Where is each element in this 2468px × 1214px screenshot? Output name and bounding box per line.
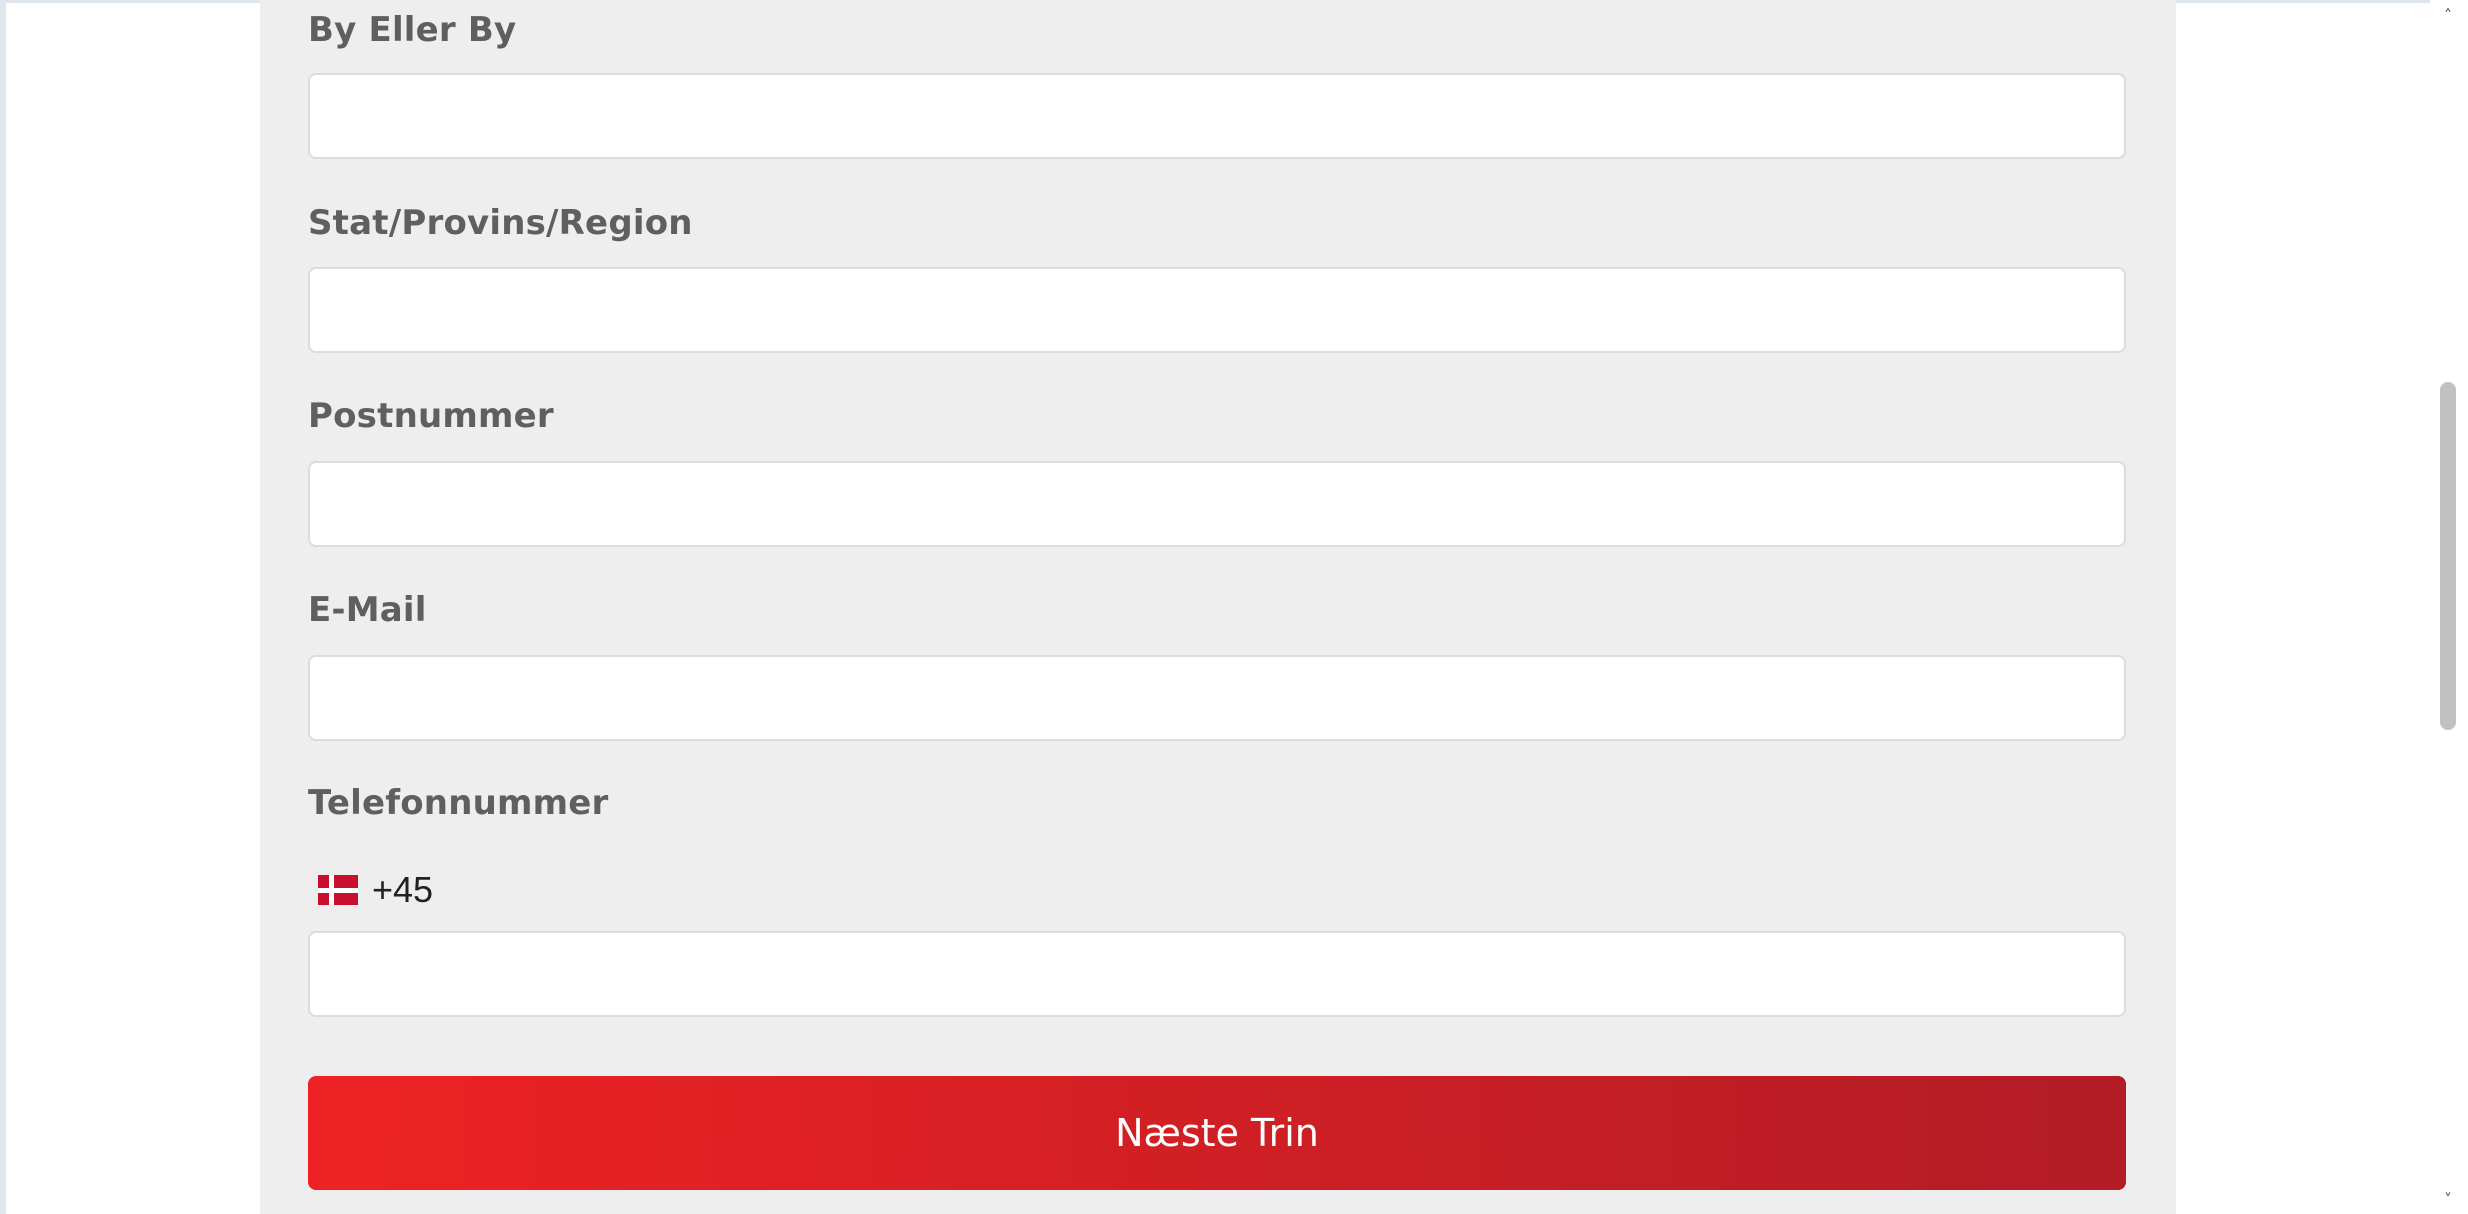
city-input[interactable] xyxy=(308,73,2126,159)
chevron-down-icon[interactable]: ˅ xyxy=(2438,1190,2458,1210)
page-viewport: By Eller By Stat/Provins/Region Postnumm… xyxy=(0,0,2468,1214)
email-label: E-Mail xyxy=(308,590,427,630)
state-region-label: Stat/Provins/Region xyxy=(308,203,693,243)
postal-code-input[interactable] xyxy=(308,461,2126,547)
denmark-flag-icon xyxy=(318,875,358,905)
scrollbar-thumb[interactable] xyxy=(2440,382,2456,730)
phone-country-selector[interactable]: +45 xyxy=(318,868,433,912)
dial-code: +45 xyxy=(372,869,434,910)
email-input[interactable] xyxy=(308,655,2126,741)
chevron-up-icon[interactable]: ˄ xyxy=(2438,6,2458,26)
phone-label: Telefonnummer xyxy=(308,783,609,823)
window-left-edge xyxy=(0,0,6,1214)
city-label: By Eller By xyxy=(308,10,517,50)
postal-code-label: Postnummer xyxy=(308,396,554,436)
state-region-input[interactable] xyxy=(308,267,2126,353)
address-form-panel: By Eller By Stat/Provins/Region Postnumm… xyxy=(260,0,2176,1214)
phone-input[interactable] xyxy=(308,931,2126,1017)
next-step-button[interactable]: Næste Trin xyxy=(308,1076,2126,1190)
